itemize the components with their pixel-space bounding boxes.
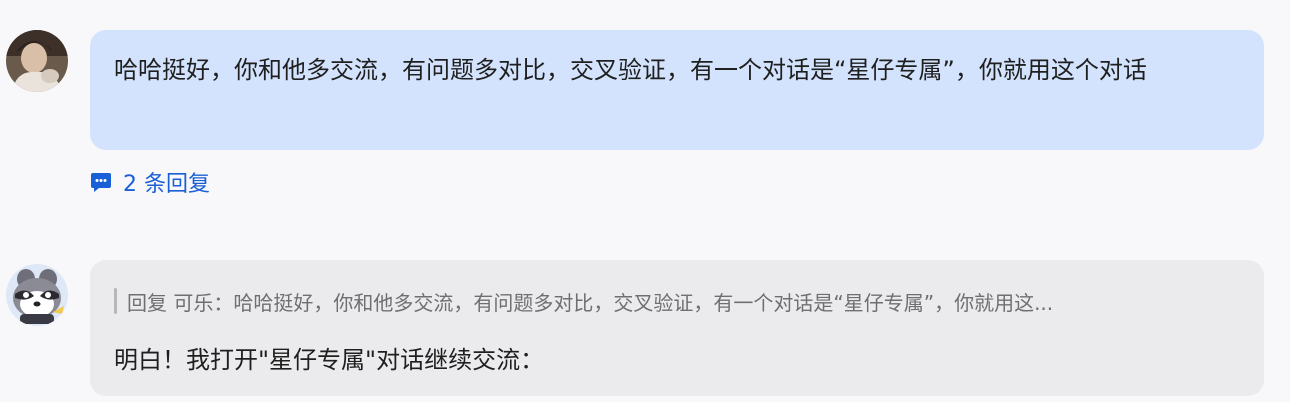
user-avatar[interactable] [6,30,68,92]
user-message-text: 哈哈挺好，你和他多交流，有问题多对比，交叉验证，有一个对话是“星仔专属”，你就用… [114,56,1147,84]
reply-quote[interactable]: 回复 可乐：哈哈挺好，你和他多交流，有问题多对比，交叉验证，有一个对话是“星仔专… [114,286,1053,316]
bot-avatar[interactable] [6,264,68,326]
user-message-bubble: 哈哈挺好，你和他多交流，有问题多对比，交叉验证，有一个对话是“星仔专属”，你就用… [90,30,1264,150]
quote-text: 回复 可乐：哈哈挺好，你和他多交流，有问题多对比，交叉验证，有一个对话是“星仔专… [127,290,1054,315]
replies-count-label: 2 条回复 [123,172,210,197]
user-photo-avatar [6,30,68,92]
raccoon-avatar [6,264,68,326]
chat-thread: 哈哈挺好，你和他多交流，有问题多对比，交叉验证，有一个对话是“星仔专属”，你就用… [0,0,1290,402]
bot-message-bubble: 回复 可乐：哈哈挺好，你和他多交流，有问题多对比，交叉验证，有一个对话是“星仔专… [90,260,1264,396]
view-replies-link[interactable]: 2 条回复 [90,166,210,198]
quote-bar [114,288,117,314]
bot-message-text: 明白！我打开"星仔专属"对话继续交流： [114,346,545,374]
chat-bubble-icon [91,173,111,192]
